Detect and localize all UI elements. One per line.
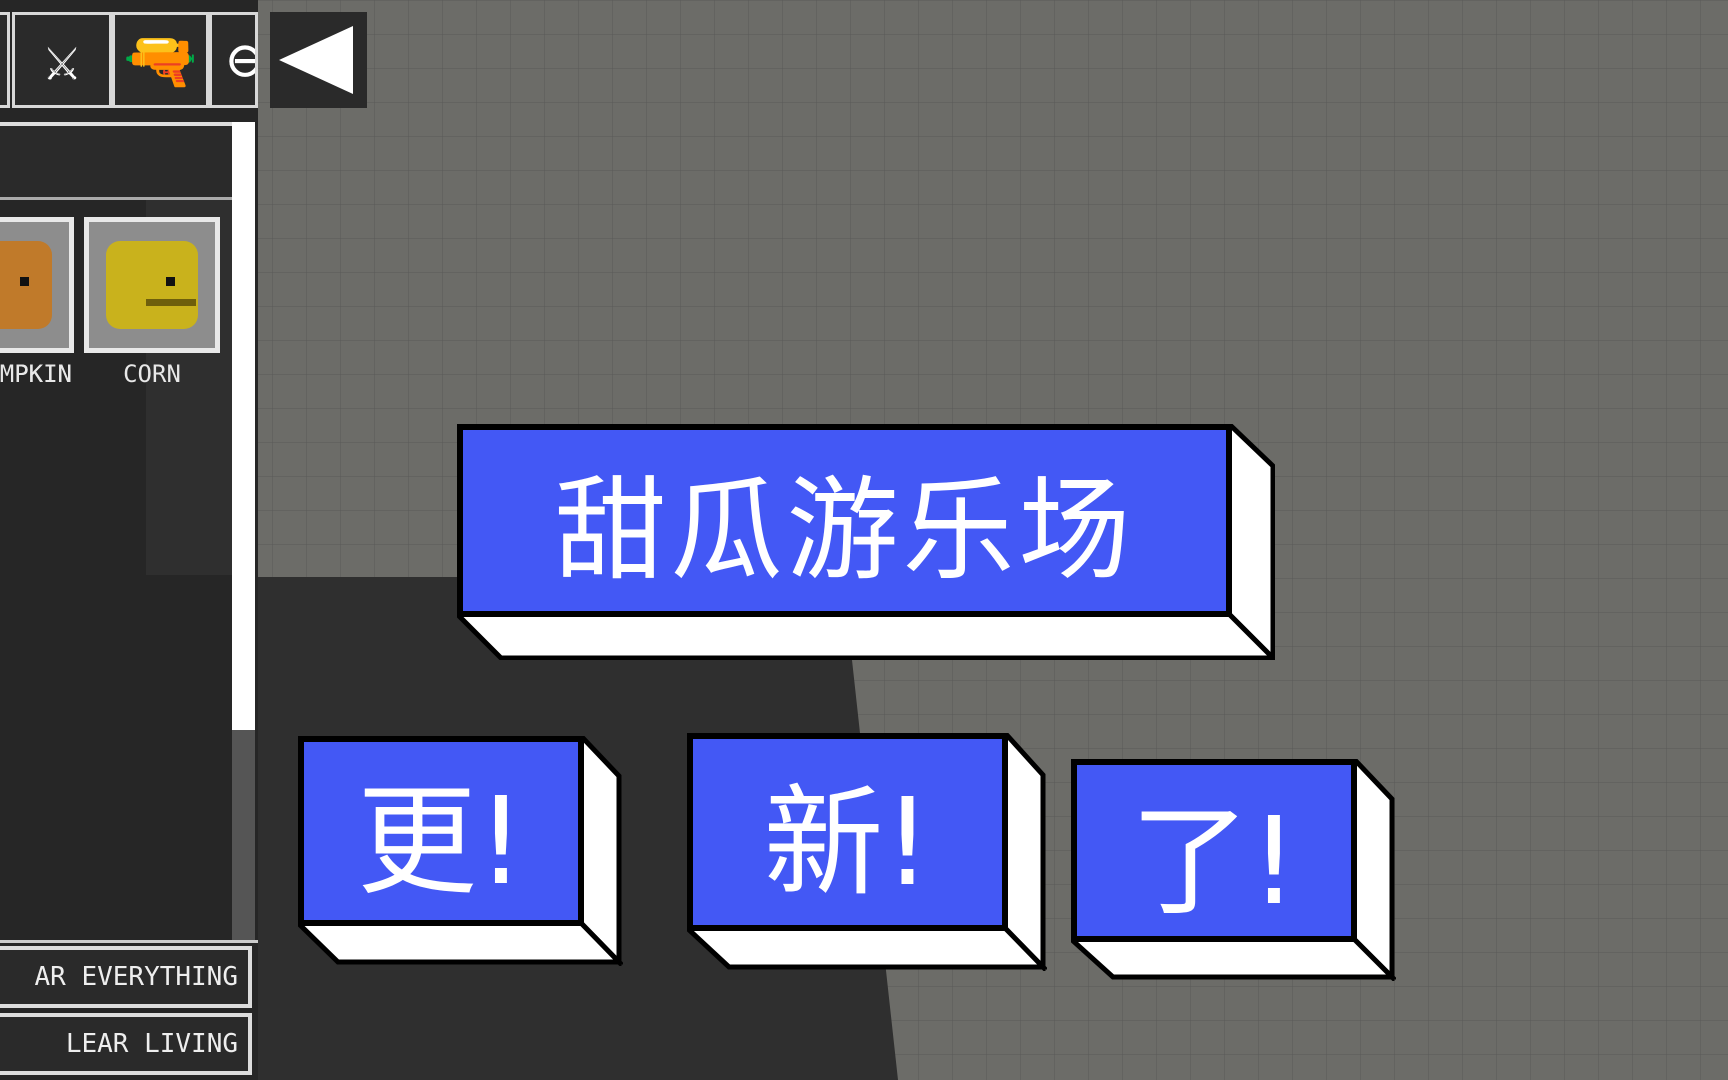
item-pumpkin[interactable] <box>0 217 74 353</box>
back-triangle-icon <box>279 26 353 94</box>
word-text-3: 了! <box>1071 759 1357 942</box>
word-text-1: 更! <box>298 736 584 926</box>
corn-icon <box>106 241 198 329</box>
word-box-1: 更! <box>298 736 623 966</box>
item-label-corn: CORN <box>123 360 181 388</box>
tool-tab-explosives[interactable]: ⊖ <box>209 12 258 108</box>
word-box-3: 了! <box>1071 759 1396 981</box>
tool-tab-melee[interactable]: ⚔ <box>12 12 112 108</box>
word-text-2: 新! <box>687 733 1008 931</box>
scrollbar-thumb[interactable] <box>232 122 255 730</box>
tool-tab-partial[interactable] <box>0 12 10 108</box>
title-banner: 甜瓜游乐场 <box>457 424 1275 660</box>
category-header <box>0 122 232 200</box>
item-corn[interactable] <box>84 217 220 353</box>
word-box-2: 新! <box>687 733 1047 971</box>
grenade-icon: ⊖ <box>227 25 255 95</box>
collapse-panel-button[interactable] <box>270 12 367 108</box>
clear-living-button[interactable]: LEAR LIVING <box>0 1013 252 1075</box>
divider <box>0 940 258 943</box>
tool-tab-firearms[interactable]: 🔫 <box>112 12 209 108</box>
clear-everything-button[interactable]: AR EVERYTHING <box>0 946 252 1008</box>
title-text: 甜瓜游乐场 <box>457 424 1232 617</box>
pumpkin-icon <box>0 241 52 329</box>
item-label-pumpkin: PKIN <box>14 360 72 388</box>
scrollbar-track[interactable] <box>232 730 255 942</box>
pistol-icon: 🔫 <box>123 25 198 96</box>
sword-icon: ⚔ <box>43 25 81 95</box>
